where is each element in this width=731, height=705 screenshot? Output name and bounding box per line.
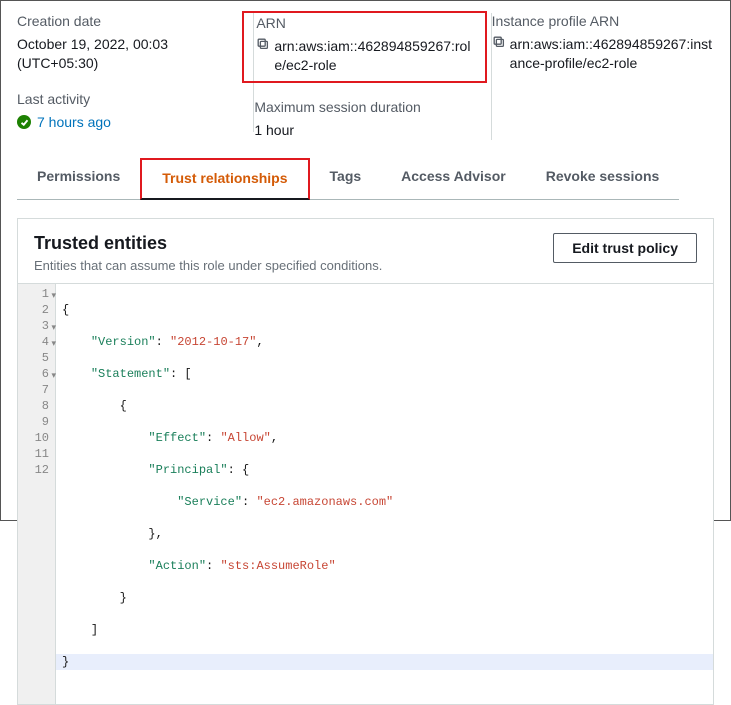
tab-permissions[interactable]: Permissions — [17, 158, 140, 200]
last-activity-label: Last activity — [17, 91, 239, 107]
arn-label: ARN — [256, 15, 474, 31]
last-activity-value[interactable]: 7 hours ago — [37, 113, 111, 132]
tab-trust-relationships[interactable]: Trust relationships — [140, 158, 309, 200]
instance-profile-arn-value: arn:aws:iam::462894859267:instance-profi… — [510, 35, 714, 73]
instance-profile-arn-label: Instance profile ARN — [492, 13, 714, 29]
panel-subtitle: Entities that can assume this role under… — [34, 258, 382, 273]
copy-icon[interactable] — [492, 35, 506, 54]
editor-code[interactable]: { "Version": "2012-10-17", "Statement": … — [56, 284, 713, 704]
max-session-label: Maximum session duration — [254, 99, 476, 115]
tab-revoke-sessions[interactable]: Revoke sessions — [526, 158, 680, 200]
policy-editor[interactable]: 1▾ 2 3▾ 4▾ 5 6▾ 7 8 9 10 11 12 { "Versio… — [18, 283, 713, 704]
edit-trust-policy-button[interactable]: Edit trust policy — [553, 233, 697, 263]
success-icon — [17, 115, 31, 129]
trusted-entities-panel: Trusted entities Entities that can assum… — [17, 218, 714, 705]
tabs: Permissions Trust relationships Tags Acc… — [1, 146, 730, 200]
creation-date-value: October 19, 2022, 00:03 (UTC+05:30) — [17, 35, 239, 73]
arn-highlight: ARN arn:aws:iam::462894859267:role/ec2-r… — [242, 11, 486, 83]
tab-access-advisor[interactable]: Access Advisor — [381, 158, 526, 200]
creation-date-label: Creation date — [17, 13, 239, 29]
max-session-value: 1 hour — [254, 121, 476, 140]
editor-gutter: 1▾ 2 3▾ 4▾ 5 6▾ 7 8 9 10 11 12 — [18, 284, 56, 704]
arn-value: arn:aws:iam::462894859267:role/ec2-role — [274, 37, 474, 75]
panel-title: Trusted entities — [34, 233, 382, 254]
tab-tags[interactable]: Tags — [310, 158, 382, 200]
copy-icon[interactable] — [256, 37, 270, 56]
